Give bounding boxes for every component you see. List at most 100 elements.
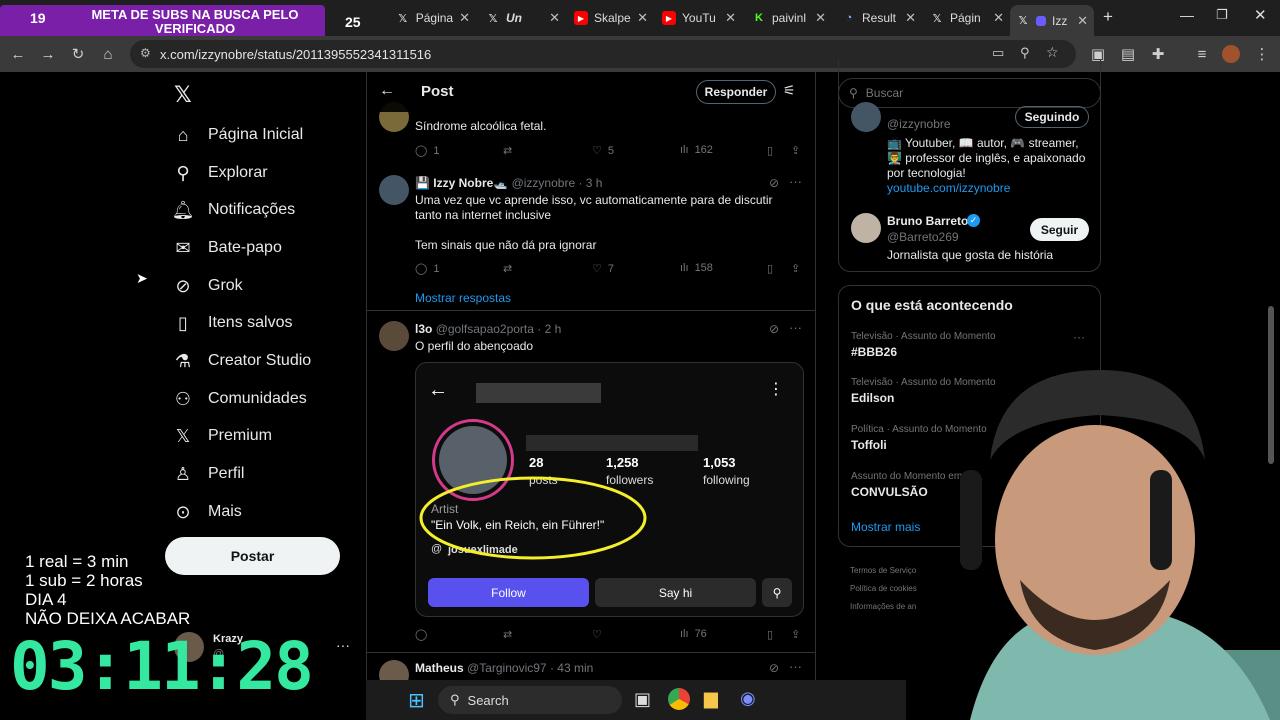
close-icon[interactable]: ✕ xyxy=(637,10,648,26)
like-action[interactable]: ♡ 7 xyxy=(592,262,614,276)
views-action[interactable]: ılı 158 xyxy=(680,262,713,274)
avatar[interactable] xyxy=(379,175,409,205)
zoom-icon[interactable]: ⚲ xyxy=(1020,45,1030,61)
tweet-author-name[interactable]: Matheus xyxy=(415,661,464,675)
tweet-author-handle[interactable]: @izzynobre xyxy=(512,176,576,190)
more-icon[interactable]: ··· xyxy=(789,174,802,189)
browser-tab[interactable]: ▶ Skalpe ✕ xyxy=(568,5,654,31)
chrome-icon[interactable] xyxy=(668,688,690,710)
show-replies-link[interactable]: Mostrar respostas xyxy=(415,291,511,305)
tweet-author-handle[interactable]: @Targinovic97 xyxy=(467,661,547,675)
grok-icon[interactable]: ⊘ xyxy=(769,176,779,190)
footer-link[interactable]: Política de cookies xyxy=(850,580,917,598)
sidebar-item-home[interactable]: ⌂ Página Inicial xyxy=(172,120,304,150)
profile-avatar[interactable] xyxy=(1222,45,1240,63)
reply-action[interactable]: ◯ xyxy=(415,628,427,641)
browser-tab[interactable]: 𝕏 Un ✕ xyxy=(480,5,566,31)
puzzle-icon[interactable]: ✚ xyxy=(1148,44,1168,64)
sidebar-item-more[interactable]: ⊙ Mais xyxy=(172,497,241,527)
new-tab-icon[interactable]: + xyxy=(1103,7,1113,27)
sidebar-item-communities[interactable]: ⚇ Comunidades xyxy=(172,384,307,414)
task-view-icon[interactable]: ▣ xyxy=(634,689,651,710)
sidebar-item-profile[interactable]: ♙ Perfil xyxy=(172,459,245,489)
grok-icon[interactable]: ⊘ xyxy=(769,322,779,336)
bookmark-icon[interactable]: ▯ xyxy=(767,144,773,157)
browser-tab[interactable]: 𝕏 Págin ✕ xyxy=(924,5,1010,31)
close-icon[interactable]: ✕ xyxy=(815,10,826,26)
taskbar-search[interactable]: ⚲ Search xyxy=(438,686,622,714)
sidebar-item-notifications[interactable]: 🔔︎ Notificações xyxy=(172,195,296,225)
like-action[interactable]: ♡ xyxy=(592,628,602,641)
tweet-time[interactable]: · 43 min xyxy=(550,661,593,675)
show-more-link[interactable]: Mostrar mais xyxy=(851,520,920,534)
account-more-icon[interactable]: ··· xyxy=(336,637,350,653)
views-action[interactable]: ılı 76 xyxy=(680,628,707,640)
star-icon[interactable]: ☆ xyxy=(1046,44,1059,61)
extension-icon[interactable]: ▤ xyxy=(1118,44,1138,64)
x-logo-icon[interactable]: 𝕏 xyxy=(174,82,192,108)
repost-action[interactable]: ⇄ xyxy=(503,144,512,157)
sidebar-item-creator-studio[interactable]: ⚗ Creator Studio xyxy=(172,346,311,376)
close-icon[interactable]: ✕ xyxy=(905,10,916,26)
avatar[interactable] xyxy=(379,660,409,680)
profile-link[interactable]: youtube.com/izzynobre xyxy=(887,181,1010,195)
profile-handle[interactable]: @izzynobre xyxy=(887,117,951,131)
share-icon[interactable]: ⇪ xyxy=(791,628,800,641)
views-action[interactable]: ılı 162 xyxy=(680,144,713,156)
file-explorer-icon[interactable]: ▆ xyxy=(704,688,718,709)
tweet-author-name[interactable]: 💾 Izzy Nobre🛥️ xyxy=(415,176,508,190)
windows-start-icon[interactable]: ⊞ xyxy=(408,688,430,712)
avatar[interactable] xyxy=(851,102,881,132)
maximize-icon[interactable]: ❐ xyxy=(1216,7,1228,23)
close-icon[interactable]: ✕ xyxy=(1077,13,1088,29)
browser-tab[interactable]: 𝕏 Página ✕ xyxy=(390,5,476,31)
footer-link[interactable]: Termos de Serviço xyxy=(850,562,917,580)
forward-icon[interactable]: → xyxy=(38,44,58,64)
tweet-time[interactable]: · 3 h xyxy=(578,176,602,190)
repost-action[interactable]: ⇄ xyxy=(503,628,512,641)
cast-icon[interactable]: ▭ xyxy=(992,45,1004,61)
site-info-icon[interactable]: ⚙ xyxy=(140,46,151,60)
close-icon[interactable]: ✕ xyxy=(549,10,560,26)
sidebar-item-grok[interactable]: ⊘ Grok xyxy=(172,271,242,301)
embedded-image[interactable]: ← ⋮ 28 posts 1,258 followers 1,053 follo… xyxy=(415,362,804,617)
browser-tab-active[interactable]: 𝕏 Izz ✕ xyxy=(1010,5,1094,36)
reply-action[interactable]: ◯ 1 xyxy=(415,144,439,158)
more-icon[interactable]: ··· xyxy=(789,659,802,674)
post-button[interactable]: Postar xyxy=(165,537,340,575)
follow-button[interactable]: Seguir xyxy=(1030,218,1089,241)
more-icon[interactable]: ··· xyxy=(1073,330,1085,344)
app-icon[interactable]: ◉ xyxy=(740,688,756,709)
close-icon[interactable]: ✕ xyxy=(459,10,470,26)
reply-action[interactable]: ◯ 1 xyxy=(415,262,439,276)
reading-list-icon[interactable]: ≡ xyxy=(1192,44,1212,64)
sidebar-item-premium[interactable]: 𝕏 Premium xyxy=(172,421,272,451)
back-icon[interactable]: ← xyxy=(8,44,28,64)
reload-icon[interactable]: ↻ xyxy=(68,44,88,64)
browser-tab[interactable]: K paivinl ✕ xyxy=(746,5,832,31)
tweet-time[interactable]: · 2 h xyxy=(537,322,561,336)
sidebar-item-explore[interactable]: ⚲ Explorar xyxy=(172,158,267,188)
tweet-author-name[interactable]: l3o xyxy=(415,322,432,336)
menu-icon[interactable]: ⋮ xyxy=(1252,44,1272,64)
footer-link[interactable]: Informações de an xyxy=(850,598,917,616)
suggest-handle[interactable]: @Barreto269 xyxy=(887,230,959,244)
share-icon[interactable]: ⇪ xyxy=(791,262,800,275)
browser-tab[interactable]: ◔ Result ✕ xyxy=(836,5,922,31)
grok-icon[interactable]: ⊘ xyxy=(769,661,779,675)
close-icon[interactable]: ✕ xyxy=(725,10,736,26)
close-icon[interactable]: ✕ xyxy=(993,10,1004,26)
suggest-name[interactable]: Bruno Barreto xyxy=(887,214,968,228)
repost-action[interactable]: ⇄ xyxy=(503,262,512,275)
sidebar-item-chat[interactable]: ✉ Bate-papo xyxy=(172,233,281,263)
sidebar-item-bookmarks[interactable]: ▯ Itens salvos xyxy=(172,308,292,338)
reply-button[interactable]: Responder xyxy=(696,80,776,104)
like-action[interactable]: ♡ 5 xyxy=(592,144,614,158)
tweet-author-handle[interactable]: @golfsapao2porta xyxy=(436,322,534,336)
home-icon[interactable]: ⌂ xyxy=(98,44,118,64)
bookmark-icon[interactable]: ▯ xyxy=(767,628,773,641)
minimize-icon[interactable]: — xyxy=(1180,7,1194,23)
avatar[interactable] xyxy=(851,213,881,243)
more-icon[interactable]: ··· xyxy=(789,320,802,335)
following-button[interactable]: Seguindo xyxy=(1015,106,1089,128)
